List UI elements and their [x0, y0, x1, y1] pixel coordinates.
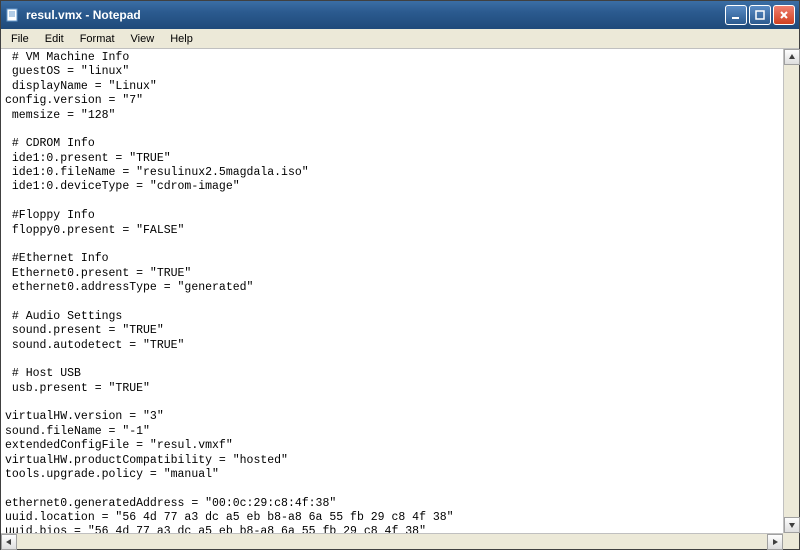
text-editor[interactable]: # VM Machine Info guestOS = "linux" disp…: [1, 49, 783, 533]
minimize-button[interactable]: [725, 5, 747, 25]
maximize-button[interactable]: [749, 5, 771, 25]
menu-format[interactable]: Format: [72, 31, 123, 47]
window-titlebar: resul.vmx - Notepad: [1, 1, 799, 29]
scroll-up-button[interactable]: [784, 49, 800, 65]
menu-help[interactable]: Help: [162, 31, 201, 47]
resize-grip[interactable]: [783, 533, 799, 549]
menu-file[interactable]: File: [3, 31, 37, 47]
horizontal-scrollbar[interactable]: [1, 533, 783, 549]
vertical-scrollbar[interactable]: [783, 49, 799, 533]
scroll-down-button[interactable]: [784, 517, 800, 533]
notepad-icon: [5, 7, 21, 23]
menu-edit[interactable]: Edit: [37, 31, 72, 47]
close-button[interactable]: [773, 5, 795, 25]
window-title: resul.vmx - Notepad: [26, 8, 725, 22]
menu-bar: File Edit Format View Help: [1, 29, 799, 49]
scroll-left-button[interactable]: [1, 534, 17, 550]
window-buttons: [725, 5, 795, 25]
menu-view[interactable]: View: [123, 31, 163, 47]
scroll-right-button[interactable]: [767, 534, 783, 550]
content-area: # VM Machine Info guestOS = "linux" disp…: [1, 49, 799, 549]
